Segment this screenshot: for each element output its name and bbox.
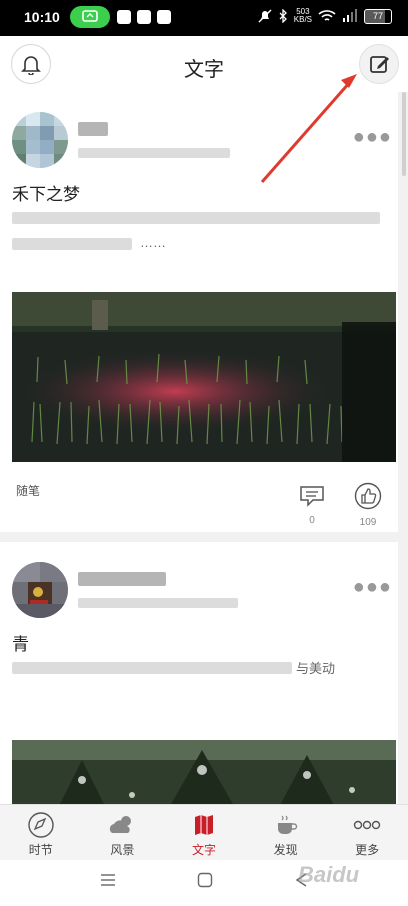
coffee-cup-icon xyxy=(277,815,297,834)
tab-label: 更多 xyxy=(355,843,380,857)
comment-count: 0 xyxy=(309,515,315,526)
tab-label: 发现 xyxy=(273,843,298,857)
author-name[interactable] xyxy=(78,572,166,586)
comment-button[interactable]: 0 xyxy=(292,484,332,526)
author-name[interactable] xyxy=(78,122,108,136)
screen-cast-pill[interactable] xyxy=(70,6,110,28)
tab-fengjing[interactable]: 风景 xyxy=(82,805,164,861)
status-bar: 10:10 503 KB/S 77 xyxy=(0,0,408,36)
app-header: 文字 xyxy=(0,36,408,93)
post-meta xyxy=(78,148,230,158)
post-excerpt-tail: 与美动 xyxy=(296,661,336,676)
post-card[interactable]: ●●● 青 与美动 xyxy=(0,542,398,804)
app-notification-icon xyxy=(117,10,131,24)
comment-icon xyxy=(300,486,324,507)
tab-wenzi[interactable]: 文字 xyxy=(163,805,245,861)
watermark: Baidu xyxy=(298,862,360,887)
compose-button[interactable] xyxy=(359,44,399,84)
compass-icon xyxy=(28,812,54,838)
scrollbar-thumb[interactable] xyxy=(402,92,406,176)
tab-gengduo[interactable]: 更多 xyxy=(326,805,408,861)
post-meta xyxy=(78,598,238,608)
author-avatar[interactable] xyxy=(12,562,68,618)
avatar-image xyxy=(12,112,68,168)
menu-icon[interactable] xyxy=(100,872,116,888)
shield-notification-icon xyxy=(157,10,171,24)
rice-field-photo xyxy=(12,292,396,462)
post-category-tag[interactable]: 随笔 xyxy=(16,482,40,499)
author-avatar[interactable] xyxy=(12,112,68,168)
tab-label: 时节 xyxy=(28,843,53,857)
tab-shijie[interactable]: 时节 xyxy=(0,805,82,861)
page-title: 文字 xyxy=(184,59,224,81)
post-menu-button[interactable]: ●●● xyxy=(353,576,392,599)
status-indicators: 503 KB/S 77 xyxy=(258,8,392,24)
tab-label: 风景 xyxy=(110,843,135,857)
post-image[interactable] xyxy=(12,740,396,804)
post-title[interactable]: 青 xyxy=(12,630,29,655)
signal-icon xyxy=(343,9,357,22)
post-excerpt-line xyxy=(12,662,292,674)
mute-icon xyxy=(258,9,272,23)
bottom-tab-bar: 时节 风景 文字 发现 更多 xyxy=(0,804,408,861)
post-title[interactable]: 禾下之梦 xyxy=(12,180,80,205)
book-map-icon xyxy=(194,815,213,835)
tab-label: 文字 xyxy=(191,843,216,857)
post-menu-button[interactable]: ●●● xyxy=(353,126,392,149)
cast-icon xyxy=(82,10,98,22)
avatar-image xyxy=(12,562,68,618)
like-count: 109 xyxy=(359,517,377,528)
home-icon[interactable] xyxy=(197,872,213,888)
post-feed[interactable]: ●●● 禾下之梦 …… 随笔 0 109 ●●● 青 与美动 xyxy=(0,92,408,804)
post-card[interactable]: ●●● 禾下之梦 …… 随笔 0 109 xyxy=(0,92,398,532)
battery-indicator: 77 xyxy=(364,8,392,24)
wifi-icon xyxy=(318,10,336,21)
status-time: 10:10 xyxy=(24,9,60,25)
pine-tree-photo xyxy=(12,740,396,804)
post-excerpt-line xyxy=(12,238,132,250)
post-image[interactable] xyxy=(12,292,396,462)
like-button[interactable]: 109 xyxy=(348,482,388,528)
bluetooth-icon xyxy=(279,9,287,23)
cloud-sun-icon xyxy=(110,816,132,833)
app-notification-icon xyxy=(137,10,151,24)
post-excerpt-tail: …… xyxy=(140,235,166,250)
tab-faxian[interactable]: 发现 xyxy=(245,805,327,861)
thumbs-up-icon xyxy=(354,482,382,510)
post-excerpt-line xyxy=(12,212,380,224)
network-speed: 503 KB/S xyxy=(293,7,312,24)
edit-icon xyxy=(370,56,389,73)
more-dots-icon xyxy=(353,820,381,830)
